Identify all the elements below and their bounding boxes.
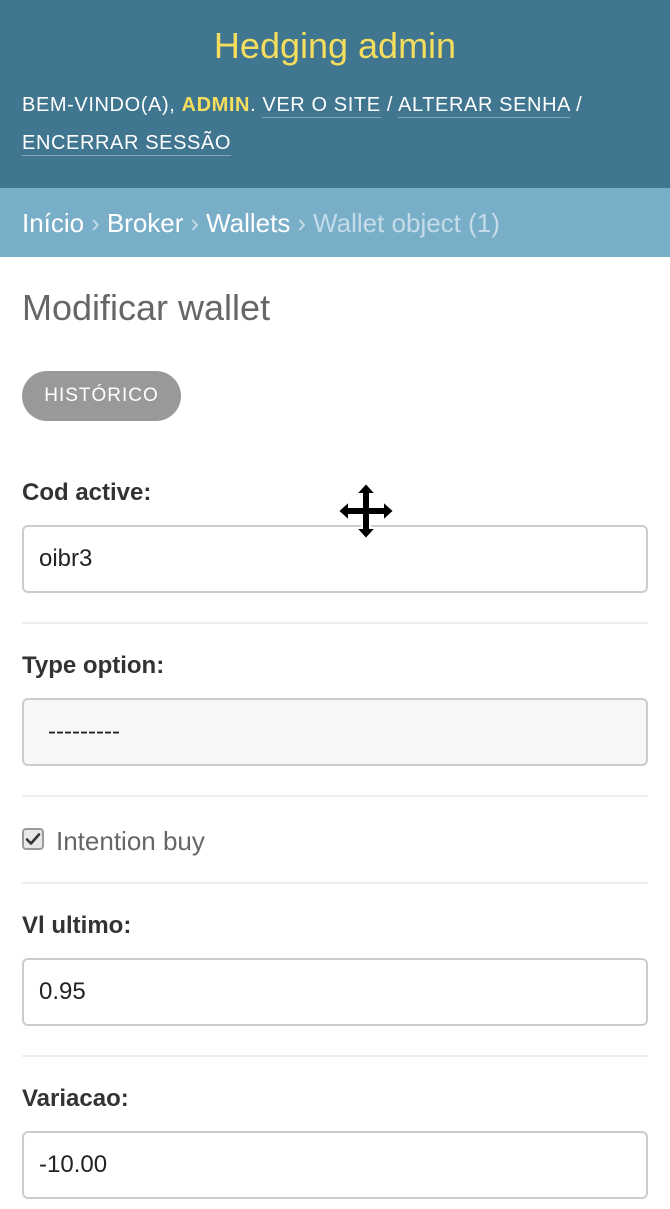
breadcrumb-separator: › <box>91 208 100 238</box>
site-header: Hedging admin BEM-VINDO(A), ADMIN. VER O… <box>0 0 670 188</box>
site-title[interactable]: Hedging admin <box>0 24 670 68</box>
cod-active-label: Cod active: <box>22 479 152 506</box>
intention-buy-checkbox[interactable] <box>22 828 44 850</box>
breadcrumb: Início › Broker › Wallets › Wallet object (1) <box>0 188 670 257</box>
username: ADMIN <box>181 94 251 116</box>
variacao-input[interactable]: -10.00 <box>22 1131 648 1199</box>
type-option-select[interactable]: --------- <box>22 698 648 766</box>
type-option-label: Type option: <box>22 652 165 679</box>
breadcrumb-model[interactable]: Wallets <box>206 208 290 238</box>
change-password-link[interactable]: ALTERAR SENHA <box>398 94 570 118</box>
welcome-period: . <box>250 94 263 116</box>
move-cursor-icon <box>336 481 396 541</box>
field-divider <box>22 882 648 884</box>
breadcrumb-app[interactable]: Broker <box>107 208 184 238</box>
field-divider <box>22 1055 648 1057</box>
breadcrumb-current: Wallet object (1) <box>313 208 500 238</box>
welcome-text: BEM-VINDO(A), <box>22 94 176 116</box>
checkmark-icon <box>25 833 41 845</box>
history-button[interactable]: HISTÓRICO <box>22 371 181 421</box>
page-title: Modificar wallet <box>22 287 271 328</box>
field-divider <box>22 795 648 797</box>
breadcrumb-separator: › <box>190 208 200 238</box>
breadcrumb-home[interactable]: Início <box>22 208 84 238</box>
logout-link[interactable]: ENCERRAR SESSÃO <box>22 132 232 156</box>
variacao-label: Variacao: <box>22 1085 129 1112</box>
user-tools: BEM-VINDO(A), ADMIN. VER O SITE / ALTERA… <box>22 86 652 162</box>
intention-buy-label[interactable]: Intention buy <box>56 825 205 857</box>
cod-active-input[interactable]: oibr3 <box>22 525 648 593</box>
link-separator: / <box>386 94 399 116</box>
link-separator: / <box>576 94 583 116</box>
vl-ultimo-label: Vl ultimo: <box>22 912 132 939</box>
field-divider <box>22 622 648 624</box>
view-site-link[interactable]: VER O SITE <box>262 94 381 118</box>
breadcrumb-separator: › <box>297 208 307 238</box>
vl-ultimo-input[interactable]: 0.95 <box>22 958 648 1026</box>
